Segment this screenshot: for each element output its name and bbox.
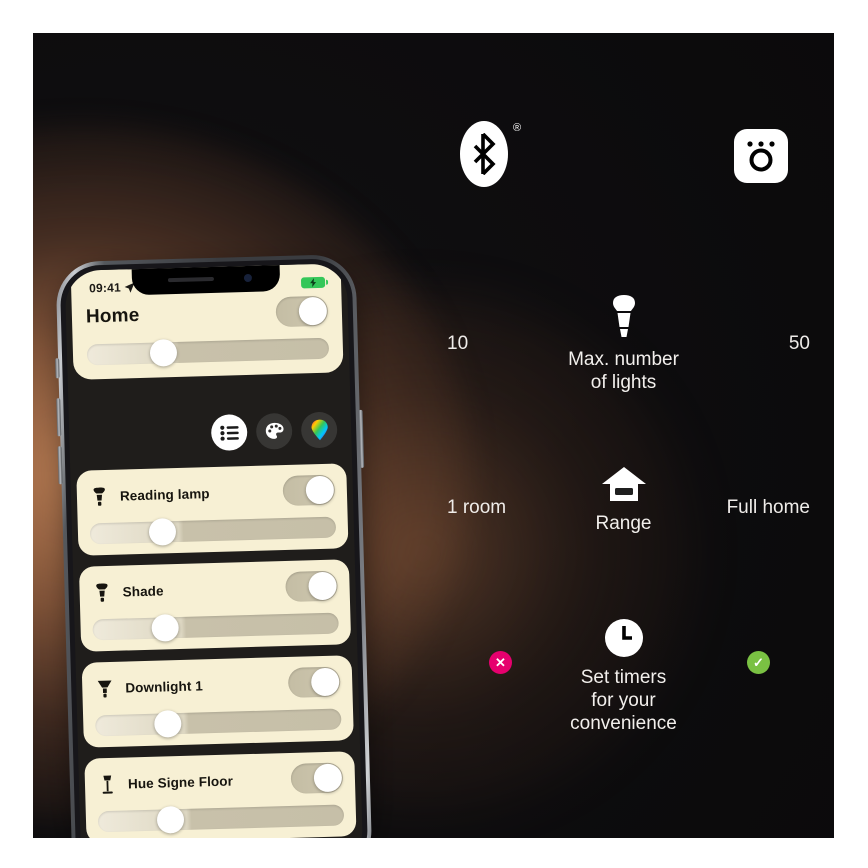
slider-knob[interactable] xyxy=(156,805,185,834)
bulb-downlight-icon xyxy=(94,678,115,698)
toggle-knob xyxy=(298,296,328,326)
light-card[interactable]: Downlight 1 xyxy=(81,655,354,748)
light-list: Reading lamp Shade Downlight 1 Hue Signe… xyxy=(76,463,357,838)
bulb-spot-icon xyxy=(89,486,110,506)
toggle-knob xyxy=(313,763,343,793)
home-header-top: Home xyxy=(85,295,329,333)
comparison-center: Set timers for your convenience xyxy=(509,619,739,735)
tab-bar xyxy=(210,411,338,452)
notch xyxy=(131,265,281,296)
slider-knob[interactable] xyxy=(148,518,177,546)
light-name: Hue Signe Floor xyxy=(127,773,234,791)
comparison-label-line1: Range xyxy=(595,513,652,534)
light-brightness-slider[interactable] xyxy=(95,708,342,738)
phone-screen: 09:41 Home Reading lamp Shade Downlight … xyxy=(64,263,364,838)
house-icon xyxy=(509,467,739,508)
palette-icon xyxy=(265,422,284,439)
color-picker-icon xyxy=(311,419,328,441)
light-toggle[interactable] xyxy=(285,570,338,603)
list-icon xyxy=(219,425,239,441)
page-title: Home xyxy=(85,304,140,328)
registered-mark-icon: ® xyxy=(513,122,522,134)
toggle-knob xyxy=(305,475,335,505)
light-toggle[interactable] xyxy=(290,762,344,794)
toggle-knob xyxy=(310,667,340,697)
battery-charging-icon xyxy=(300,276,326,288)
comparison-left-value: 10 xyxy=(447,333,469,354)
tab-list[interactable] xyxy=(210,414,248,452)
home-brightness-slider[interactable] xyxy=(86,337,330,367)
home-master-toggle[interactable] xyxy=(275,295,329,328)
hue-bridge-icon xyxy=(734,129,788,183)
comparison-center: Range xyxy=(509,467,739,535)
comparison-label-line2: for your xyxy=(591,690,656,711)
status-bar-time: 09:41 xyxy=(88,280,122,296)
light-card[interactable]: Shade xyxy=(78,559,352,652)
light-name: Reading lamp xyxy=(119,485,210,504)
floor-lamp-icon xyxy=(97,774,118,794)
light-toggle[interactable] xyxy=(282,474,336,507)
tab-colors[interactable] xyxy=(300,411,338,449)
status-badge-positive: ✓ xyxy=(747,651,770,674)
tab-scenes[interactable] xyxy=(255,412,293,450)
light-card[interactable]: Hue Signe Floor xyxy=(84,751,357,838)
mute-switch[interactable] xyxy=(55,358,60,379)
front-camera-icon xyxy=(243,273,253,283)
phone-bezel: 09:41 Home Reading lamp Shade Downlight … xyxy=(59,258,369,838)
volume-up-button[interactable] xyxy=(56,398,62,437)
comparison-label-line2: of lights xyxy=(590,372,657,393)
comparison-label-line1: Max. number xyxy=(568,349,679,370)
comparison-right-value: Full home xyxy=(726,497,810,518)
slider-knob[interactable] xyxy=(151,614,180,642)
phone-mockup: 09:41 Home Reading lamp Shade Downlight … xyxy=(55,253,373,838)
light-name: Shade xyxy=(122,582,164,600)
toggle-knob xyxy=(308,571,337,601)
comparison-center: Max. number of lights xyxy=(509,295,739,394)
status-bar-time-group: 09:41 xyxy=(89,280,135,295)
bulb-spot-icon xyxy=(91,582,112,602)
volume-down-button[interactable] xyxy=(57,446,63,485)
light-brightness-slider[interactable] xyxy=(89,516,337,546)
comparison-infographic: ® 10 Max. number of lights 50 1 room Ran… xyxy=(413,33,834,838)
phone-frame: 09:41 Home Reading lamp Shade Downlight … xyxy=(55,253,373,838)
light-brightness-slider[interactable] xyxy=(92,612,339,642)
comparison-label-line3: convenience xyxy=(570,713,677,734)
comparison-label-line1: Set timers xyxy=(580,667,667,688)
light-brightness-slider[interactable] xyxy=(97,804,345,834)
lightbulb-icon xyxy=(509,295,739,344)
clock-icon xyxy=(509,619,739,662)
light-toggle[interactable] xyxy=(287,666,341,698)
light-card[interactable]: Reading lamp xyxy=(76,463,349,556)
artwork-canvas: ® 10 Max. number of lights 50 1 room Ran… xyxy=(33,33,834,838)
comparison-left-value: 1 room xyxy=(447,497,507,518)
slider-knob[interactable] xyxy=(149,338,178,367)
bluetooth-icon xyxy=(460,121,508,187)
light-name: Downlight 1 xyxy=(125,677,204,696)
comparison-right-value: 50 xyxy=(788,333,810,354)
logo-row: ® xyxy=(413,121,834,201)
earpiece-speaker xyxy=(167,276,214,283)
slider-knob[interactable] xyxy=(153,709,182,738)
